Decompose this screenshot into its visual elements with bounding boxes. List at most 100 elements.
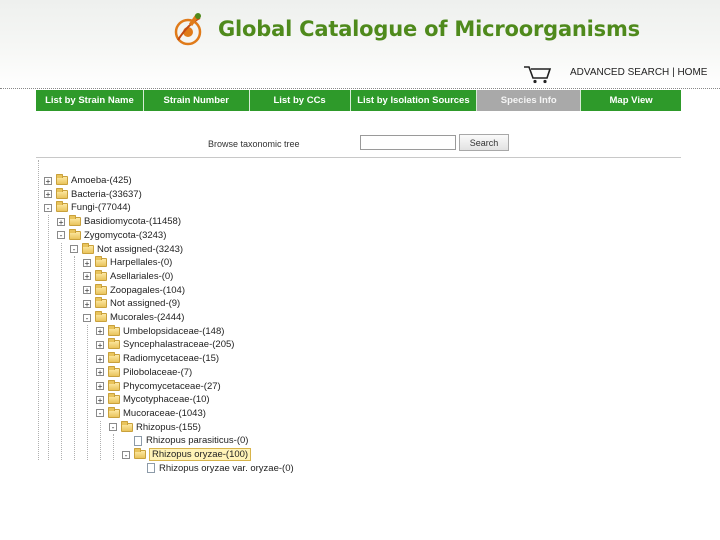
- expand-icon[interactable]: +: [83, 258, 91, 267]
- microbe-logo-icon: [174, 13, 202, 46]
- tree-guide-line: [113, 434, 114, 460]
- expand-icon[interactable]: +: [83, 299, 91, 308]
- tree-node-label[interactable]: Radiomycetaceae-(15): [123, 353, 219, 364]
- page-icon: [134, 435, 142, 446]
- tree-node-label[interactable]: Zoopagales-(104): [110, 285, 185, 296]
- tree-node-label[interactable]: Rhizopus oryzae var. oryzae-(0): [159, 463, 294, 474]
- expand-icon[interactable]: +: [96, 382, 104, 391]
- tab-list-by-strain-name[interactable]: List by Strain Name: [36, 90, 144, 111]
- tree-node[interactable]: + Pilobolaceae-(7): [96, 365, 192, 379]
- expand-icon[interactable]: +: [96, 354, 104, 363]
- tree-node[interactable]: + Bacteria-(33637): [44, 187, 142, 201]
- tree-node[interactable]: + Phycomycetaceae-(27): [96, 379, 221, 393]
- tree-node-label[interactable]: Phycomycetaceae-(27): [123, 381, 221, 392]
- tree-node-label[interactable]: Mucorales-(2444): [110, 312, 184, 323]
- tree-node-label[interactable]: Not assigned-(9): [110, 298, 180, 309]
- tab-strain-number[interactable]: Strain Number: [144, 90, 250, 111]
- page-icon: [147, 463, 155, 474]
- tree-node[interactable]: - Fungi-(77044): [44, 201, 131, 214]
- tree-node[interactable]: - Rhizopus-(155): [109, 420, 201, 434]
- shopping-cart-icon[interactable]: [522, 64, 552, 84]
- expand-icon[interactable]: +: [96, 368, 104, 377]
- tree-node-label[interactable]: Asellariales-(0): [110, 271, 173, 282]
- collapse-icon[interactable]: -: [122, 450, 130, 459]
- tree-node[interactable]: + Basidiomycota-(11458): [57, 215, 181, 228]
- tree-node-label[interactable]: Fungi-(77044): [71, 202, 131, 213]
- tree-node-label[interactable]: Syncephalastraceae-(205): [123, 339, 234, 350]
- tree-node-label[interactable]: Basidiomycota-(11458): [84, 216, 181, 227]
- tree-node[interactable]: + Umbelopsidaceae-(148): [96, 324, 224, 338]
- tree-node-label[interactable]: Rhizopus parasiticus-(0): [146, 435, 248, 446]
- expand-icon[interactable]: +: [57, 217, 65, 226]
- content-divider: [36, 157, 681, 158]
- tree-node-label[interactable]: Not assigned-(3243): [97, 244, 183, 255]
- tab-map-view[interactable]: Map View: [581, 90, 681, 111]
- tree-node-label[interactable]: Harpellales-(0): [110, 257, 172, 268]
- folder-icon: [108, 393, 120, 405]
- expand-icon[interactable]: +: [96, 340, 104, 349]
- tree-node-label[interactable]: Umbelopsidaceae-(148): [123, 326, 224, 337]
- folder-icon: [108, 365, 120, 377]
- tree-node[interactable]: + Mycotyphaceae-(10): [96, 393, 210, 406]
- search-button[interactable]: Search: [459, 134, 509, 151]
- main-navbar: List by Strain Name Strain Number List b…: [36, 90, 681, 111]
- tree-node[interactable]: Rhizopus parasiticus-(0): [122, 434, 248, 447]
- folder-icon: [56, 201, 68, 213]
- tree-node-label[interactable]: Mucoraceae-(1043): [123, 408, 206, 419]
- tree-node-label[interactable]: Zygomycota-(3243): [84, 230, 166, 241]
- tree-node[interactable]: + Amoeba-(425): [44, 174, 132, 187]
- tree-node[interactable]: - Rhizopus oryzae-(100): [122, 448, 252, 461]
- tree-node-label[interactable]: Amoeba-(425): [71, 175, 132, 186]
- tree-node[interactable]: + Asellariales-(0): [83, 269, 173, 283]
- tab-list-by-ccs[interactable]: List by CCs: [250, 90, 351, 111]
- folder-icon: [108, 352, 120, 364]
- tree-node[interactable]: - Mucoraceae-(1043): [96, 406, 206, 420]
- folder-icon: [95, 256, 107, 268]
- tree-node[interactable]: Rhizopus oryzae var. oryzae-(0): [135, 462, 294, 475]
- folder-icon: [108, 338, 120, 350]
- collapse-icon[interactable]: -: [44, 203, 52, 212]
- advanced-search-link[interactable]: ADVANCED SEARCH: [570, 67, 669, 78]
- expand-icon[interactable]: +: [96, 395, 104, 404]
- tree-node[interactable]: - Mucorales-(2444): [83, 311, 184, 324]
- collapse-icon[interactable]: -: [57, 231, 65, 240]
- site-title: Global Catalogue of Microorganisms: [218, 17, 640, 41]
- folder-icon: [95, 311, 107, 322]
- tree-node[interactable]: - Not assigned-(3243): [70, 242, 183, 256]
- folder-icon: [95, 297, 107, 309]
- folder-icon: [108, 324, 120, 336]
- tree-guide-line: [87, 324, 88, 460]
- tree-node-label[interactable]: Mycotyphaceae-(10): [123, 394, 210, 405]
- expand-icon[interactable]: +: [44, 190, 52, 199]
- collapse-icon[interactable]: -: [83, 313, 91, 322]
- tree-guide-line: [100, 420, 101, 460]
- folder-icon: [69, 215, 81, 227]
- tree-node[interactable]: + Syncephalastraceae-(205): [96, 338, 234, 351]
- home-link[interactable]: HOME: [677, 67, 707, 78]
- tree-node[interactable]: + Radiomycetaceae-(15): [96, 352, 219, 365]
- tree-node[interactable]: + Not assigned-(9): [83, 297, 180, 310]
- tab-species-info[interactable]: Species Info: [477, 90, 582, 111]
- tree-node-label[interactable]: Rhizopus oryzae-(100): [149, 448, 252, 461]
- tree-node[interactable]: - Zygomycota-(3243): [57, 228, 166, 242]
- folder-icon: [134, 448, 146, 459]
- tree-guide-line: [74, 256, 75, 460]
- folder-icon: [56, 187, 68, 199]
- tree-node[interactable]: + Harpellales-(0): [83, 256, 172, 269]
- collapse-icon[interactable]: -: [96, 409, 104, 418]
- search-input[interactable]: [360, 135, 456, 150]
- folder-icon: [95, 269, 107, 281]
- collapse-icon[interactable]: -: [70, 245, 78, 254]
- collapse-icon[interactable]: -: [109, 423, 117, 432]
- tree-node-label[interactable]: Rhizopus-(155): [136, 422, 201, 433]
- expand-icon[interactable]: +: [96, 327, 104, 336]
- tree-node-label[interactable]: Pilobolaceae-(7): [123, 367, 192, 378]
- folder-icon: [82, 242, 94, 254]
- expand-icon[interactable]: +: [44, 176, 52, 185]
- tree-node-label[interactable]: Bacteria-(33637): [71, 189, 142, 200]
- header-divider: [0, 88, 720, 89]
- expand-icon[interactable]: +: [83, 272, 91, 281]
- tab-list-by-isolation-sources[interactable]: List by Isolation Sources: [351, 90, 478, 111]
- expand-icon[interactable]: +: [83, 286, 91, 295]
- tree-node[interactable]: + Zoopagales-(104): [83, 283, 185, 297]
